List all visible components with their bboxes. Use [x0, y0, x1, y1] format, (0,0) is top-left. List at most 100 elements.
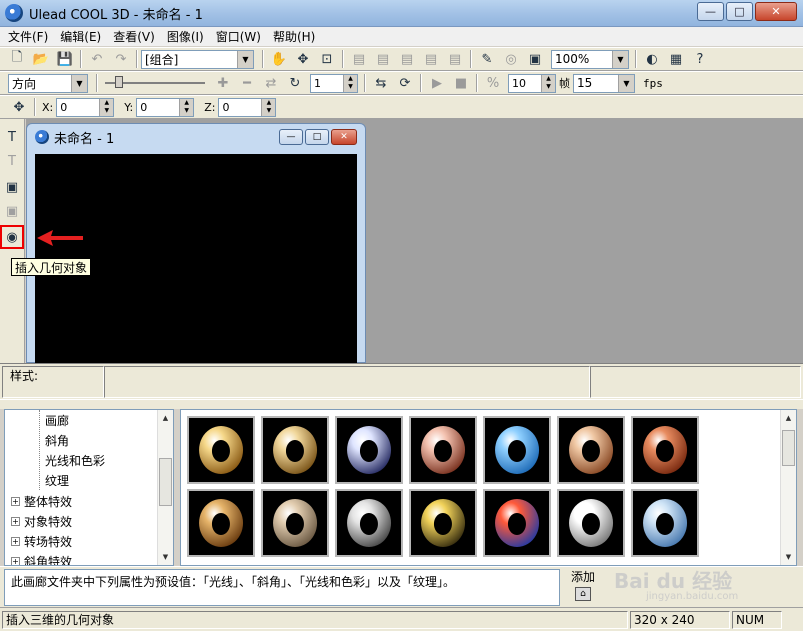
tree-scrollbar[interactable]: ▲ ▼ — [157, 410, 173, 565]
layer-icon-5[interactable]: ▤ — [444, 49, 466, 69]
stop-icon[interactable]: ■ — [450, 73, 472, 93]
play-icon[interactable]: ▶ — [426, 73, 448, 93]
tree-group-bevel-fx[interactable]: + 斜角特效 — [5, 551, 72, 565]
zoom-combo[interactable]: 100% ▼ — [551, 49, 629, 69]
tree-group-object-fx[interactable]: + 对象特效 — [5, 511, 72, 531]
position-mode-icon[interactable]: ✥ — [8, 97, 30, 117]
close-button[interactable]: ✕ — [755, 2, 797, 21]
menu-view[interactable]: 查看(V) — [105, 28, 159, 45]
chevron-down-icon[interactable]: ▼ — [237, 50, 253, 68]
chevron-down-icon[interactable]: ▼ — [618, 74, 634, 92]
move-object-icon[interactable]: ✥ — [292, 49, 314, 69]
layer-icon-2[interactable]: ▤ — [372, 49, 394, 69]
expand-icon[interactable]: + — [11, 556, 20, 565]
edit-text-icon[interactable]: T — [2, 151, 22, 171]
direction-combo[interactable]: 方向 ▼ — [8, 73, 88, 93]
thumbnail-gold-torus[interactable] — [187, 416, 255, 484]
globe-icon[interactable]: ◎ — [500, 49, 522, 69]
scroll-up-icon[interactable]: ▲ — [158, 410, 173, 426]
layer-icon-3[interactable]: ▤ — [396, 49, 418, 69]
layer-icon-1[interactable]: ▤ — [348, 49, 370, 69]
preview-icon[interactable]: ▣ — [524, 49, 546, 69]
standard-toolbar: 🗋 📂 💾 ↶ ↷ [组合] ▼ ✋ ✥ ⊡ ▤ ▤ ▤ ▤ ▤ ✎ ◎ ▣ 1… — [0, 47, 803, 71]
new-file-icon[interactable]: 🗋 — [6, 49, 28, 69]
tree-group-transition-fx[interactable]: + 转场特效 — [5, 531, 72, 551]
web-icon[interactable]: ◐ — [641, 49, 663, 69]
slider-thumb[interactable] — [115, 76, 123, 88]
redo-icon[interactable]: ↷ — [110, 49, 132, 69]
undo-icon[interactable]: ↶ — [86, 49, 108, 69]
remove-keyframe-icon[interactable]: ━ — [236, 73, 258, 93]
tree-item-bevel[interactable]: 斜角 — [45, 430, 69, 450]
thumbnail-chain-torus[interactable] — [335, 489, 403, 557]
thumbnail-stone-hole-torus[interactable] — [261, 489, 329, 557]
scroll-down-icon[interactable]: ▼ — [781, 549, 796, 565]
add-button[interactable]: 添加 ⌂ — [566, 568, 600, 606]
color-picker-icon[interactable]: ✎ — [476, 49, 498, 69]
thumbnail-brass-torus[interactable] — [261, 416, 329, 484]
scroll-thumb[interactable] — [159, 458, 172, 506]
tree-item-gallery[interactable]: 画廊 — [45, 410, 69, 430]
select-object-icon[interactable]: ⊡ — [316, 49, 338, 69]
tree-item-light-color[interactable]: 光线和色彩 — [45, 450, 105, 470]
hand-icon[interactable]: ✋ — [268, 49, 290, 69]
menu-help[interactable]: 帮助(H) — [265, 28, 319, 45]
gallery-scrollbar[interactable]: ▲ ▼ — [780, 410, 796, 565]
menu-image[interactable]: 图像(I) — [159, 28, 208, 45]
percent-icon[interactable]: % — [482, 73, 504, 93]
thumbnail-mosaic-torus[interactable] — [483, 489, 551, 557]
group-combo-value: [组合] — [145, 52, 179, 67]
chevron-down-icon[interactable]: ▼ — [612, 50, 628, 68]
z-spinner[interactable]: 0 ▲ ▼ — [218, 97, 277, 117]
help-pointer-icon[interactable]: ? — [689, 49, 711, 69]
doc-minimize-button[interactable]: — — [279, 129, 303, 145]
thumbnail-checker-torus[interactable] — [409, 489, 477, 557]
doc-maximize-button[interactable]: □ — [305, 129, 329, 145]
menu-edit[interactable]: 编辑(E) — [52, 28, 105, 45]
maximize-button[interactable]: □ — [726, 2, 753, 21]
layer-icon-4[interactable]: ▤ — [420, 49, 442, 69]
insert-geometry-icon[interactable]: ◉ — [0, 225, 24, 249]
thumbnail-wood-torus[interactable] — [557, 416, 625, 484]
loop-icon[interactable]: ↻ — [284, 73, 306, 93]
expand-icon[interactable]: + — [11, 536, 20, 546]
timeline-slider[interactable] — [101, 73, 211, 93]
insert-image-icon[interactable]: ▣ — [2, 177, 22, 197]
doc-close-button[interactable]: ✕ — [331, 129, 357, 145]
scroll-down-icon[interactable]: ▼ — [158, 549, 173, 565]
edit-image-icon[interactable]: ▣ — [2, 201, 22, 221]
thumbnail-copper-torus[interactable] — [409, 416, 477, 484]
menu-window[interactable]: 窗口(W) — [208, 28, 265, 45]
open-folder-icon[interactable]: 📂 — [30, 49, 52, 69]
position-toolbar: ✥ X: 0 ▲ ▼ Y: 0 ▲ ▼ Z: 0 ▲ ▼ — [0, 95, 803, 119]
x-spinner[interactable]: 0 ▲ ▼ — [56, 97, 115, 117]
scroll-thumb[interactable] — [782, 430, 795, 466]
thumbnail-brick-torus[interactable] — [631, 416, 699, 484]
y-spinner[interactable]: 0 ▲ ▼ — [136, 97, 195, 117]
swap-icon[interactable]: ⇆ — [370, 73, 392, 93]
scroll-up-icon[interactable]: ▲ — [781, 410, 796, 426]
thumbnail-blue-marble-torus[interactable] — [483, 416, 551, 484]
frames-spinner[interactable]: 10 ▲ ▼ — [508, 73, 556, 93]
insert-text-icon[interactable]: T — [2, 127, 22, 147]
save-icon[interactable]: 💾 — [54, 49, 76, 69]
thumbnail-chrome-torus[interactable] — [335, 416, 403, 484]
menu-file[interactable]: 文件(F) — [0, 28, 52, 45]
thumbnail-cloud-torus[interactable] — [631, 489, 699, 557]
splitter[interactable] — [0, 399, 803, 409]
tree-item-texture[interactable]: 纹理 — [45, 470, 69, 490]
chevron-down-icon[interactable]: ▼ — [71, 74, 87, 92]
export-icon[interactable]: ▦ — [665, 49, 687, 69]
expand-icon[interactable]: + — [11, 516, 20, 526]
fps-combo[interactable]: 15 ▼ — [573, 73, 635, 93]
reverse-icon[interactable]: ⇄ — [260, 73, 282, 93]
tree-group-global-fx[interactable]: + 整体特效 — [5, 491, 72, 511]
add-keyframe-icon[interactable]: ✚ — [212, 73, 234, 93]
refresh-icon[interactable]: ⟳ — [394, 73, 416, 93]
minimize-button[interactable]: — — [697, 2, 724, 21]
thumbnail-brass-hole-torus[interactable] — [187, 489, 255, 557]
group-combo[interactable]: [组合] ▼ — [141, 49, 254, 69]
frame-spinner[interactable]: 1 ▲ ▼ — [310, 73, 358, 93]
thumbnail-white-torus[interactable] — [557, 489, 625, 557]
expand-icon[interactable]: + — [11, 496, 20, 506]
